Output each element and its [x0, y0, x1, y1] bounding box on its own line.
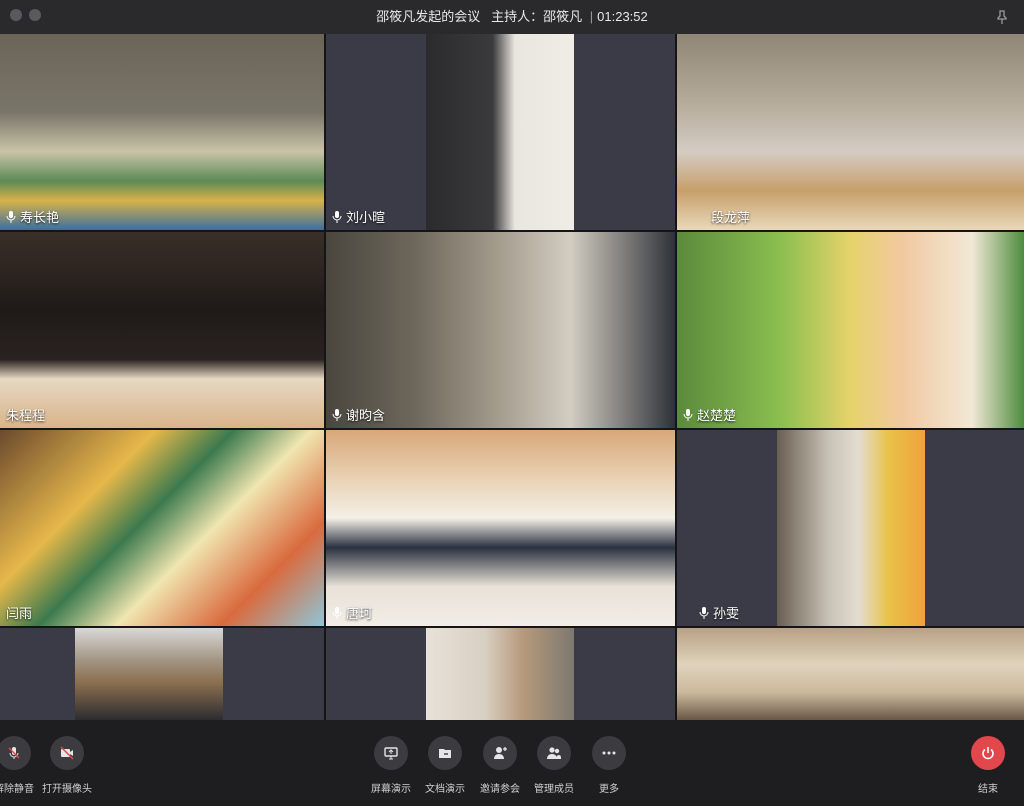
participant-name: 刘小暄: [346, 210, 386, 225]
participant-tile[interactable]: 闫雨: [0, 430, 324, 626]
camera-off-icon: [60, 746, 74, 760]
mic-muted-icon: [332, 408, 342, 421]
share-screen-button[interactable]: 屏幕演示: [361, 736, 421, 795]
share-doc-label: 文档演示: [425, 784, 465, 795]
more-label: 更多: [599, 784, 619, 795]
participant-tile[interactable]: 段龙萍: [677, 34, 1024, 230]
share-doc-circle: [428, 736, 462, 770]
more-circle: [592, 736, 626, 770]
share-screen-circle: [374, 736, 408, 770]
video-feed: [426, 628, 574, 720]
participant-nameplate: 唐珂: [332, 603, 372, 622]
video-feed: [677, 34, 1024, 230]
manage-members-button[interactable]: 管理成员: [524, 736, 584, 795]
share-screen-label: 屏幕演示: [371, 784, 411, 795]
participant-nameplate: 孙雯: [699, 603, 739, 622]
participant-nameplate: 朱程程: [6, 405, 45, 424]
mic-muted-icon: [332, 606, 342, 619]
participant-nameplate: 闫雨: [6, 603, 32, 622]
participant-tile[interactable]: [0, 628, 324, 720]
camera-button[interactable]: 打开摄像头: [37, 736, 97, 795]
participant-name: 赵楚楚: [697, 408, 737, 423]
participant-name: 朱程程: [6, 408, 46, 423]
camera-label: 打开摄像头: [42, 784, 92, 795]
end-meeting-circle: [971, 736, 1005, 770]
video-feed: [426, 34, 574, 230]
folder-icon: [439, 749, 451, 758]
host-name: 邵筱凡: [543, 9, 583, 24]
power-icon: [982, 747, 994, 760]
unmute-circle: [0, 736, 31, 770]
participant-tile[interactable]: [326, 628, 675, 720]
mic-muted-icon: [683, 408, 693, 421]
mic-muted-icon: [6, 210, 16, 223]
participant-tile[interactable]: 刘小暄: [326, 34, 675, 230]
invite-circle: [483, 736, 517, 770]
invite-button[interactable]: 邀请参会: [470, 736, 530, 795]
video-feed: [326, 232, 675, 428]
participant-name: 谢昀含: [346, 408, 386, 423]
mic-muted-icon: [699, 606, 709, 619]
video-grid: 寿长艳 刘小暄 段龙萍 朱程程 谢昀含 赵楚楚 闫雨 唐珂 孙雯: [0, 34, 1024, 720]
add-person-icon: [494, 747, 507, 759]
meeting-name: 邵筱凡发起的会议: [376, 9, 481, 24]
participant-name: 闫雨: [6, 606, 33, 621]
meeting-title: 邵筱凡发起的会议 主持人：邵筱凡 | 01:23:52: [0, 0, 1024, 34]
participant-nameplate: 赵楚楚: [683, 405, 736, 424]
members-icon: [547, 747, 561, 759]
video-feed: [75, 628, 223, 720]
meeting-timer: 01:23:52: [597, 9, 648, 24]
participant-nameplate: 寿长艳: [6, 207, 59, 226]
end-meeting-label: 结束: [978, 784, 998, 795]
participant-nameplate: 谢昀含: [332, 405, 385, 424]
camera-circle: [50, 736, 84, 770]
title-bar: 邵筱凡发起的会议 主持人：邵筱凡 | 01:23:52: [0, 0, 1024, 34]
manage-members-label: 管理成员: [534, 784, 574, 795]
video-feed: [0, 34, 324, 230]
participant-tile[interactable]: 谢昀含: [326, 232, 675, 428]
video-feed: [326, 430, 675, 626]
more-button[interactable]: 更多: [579, 736, 639, 795]
manage-members-circle: [537, 736, 571, 770]
participant-tile[interactable]: 孙雯: [677, 430, 1024, 626]
participant-name: 段龙萍: [711, 210, 751, 225]
participant-name: 寿长艳: [20, 210, 60, 225]
participant-name: 唐珂: [346, 606, 373, 621]
video-feed: [0, 430, 324, 626]
mic-muted-icon: [332, 210, 342, 223]
participant-tile[interactable]: 唐珂: [326, 430, 675, 626]
participant-name: 孙雯: [713, 606, 740, 621]
invite-label: 邀请参会: [480, 784, 520, 795]
video-feed: [677, 628, 1024, 720]
title-separator: |: [589, 9, 594, 24]
microphone-muted-icon: [8, 747, 20, 759]
video-feed: [0, 232, 324, 428]
more-dots-icon: [602, 751, 616, 755]
unmute-label: 解除静音: [0, 784, 34, 795]
pin-icon[interactable]: [994, 9, 1010, 25]
participant-tile[interactable]: 赵楚楚: [677, 232, 1024, 428]
meeting-toolbar: 解除静音 打开摄像头 屏幕演示 文档演示 邀请参会 管理成员 更: [0, 720, 1024, 806]
participant-tile[interactable]: 寿长艳: [0, 34, 324, 230]
participant-tile[interactable]: 朱程程: [0, 232, 324, 428]
participant-nameplate: 刘小暄: [332, 207, 385, 226]
participant-nameplate: 段龙萍: [711, 207, 750, 226]
video-feed: [677, 232, 1024, 428]
participant-tile[interactable]: [677, 628, 1024, 720]
screen-share-icon: [384, 747, 398, 760]
host-label: 主持人：: [491, 9, 544, 24]
share-doc-button[interactable]: 文档演示: [415, 736, 475, 795]
video-feed: [777, 430, 925, 626]
end-meeting-button[interactable]: 结束: [958, 736, 1018, 795]
